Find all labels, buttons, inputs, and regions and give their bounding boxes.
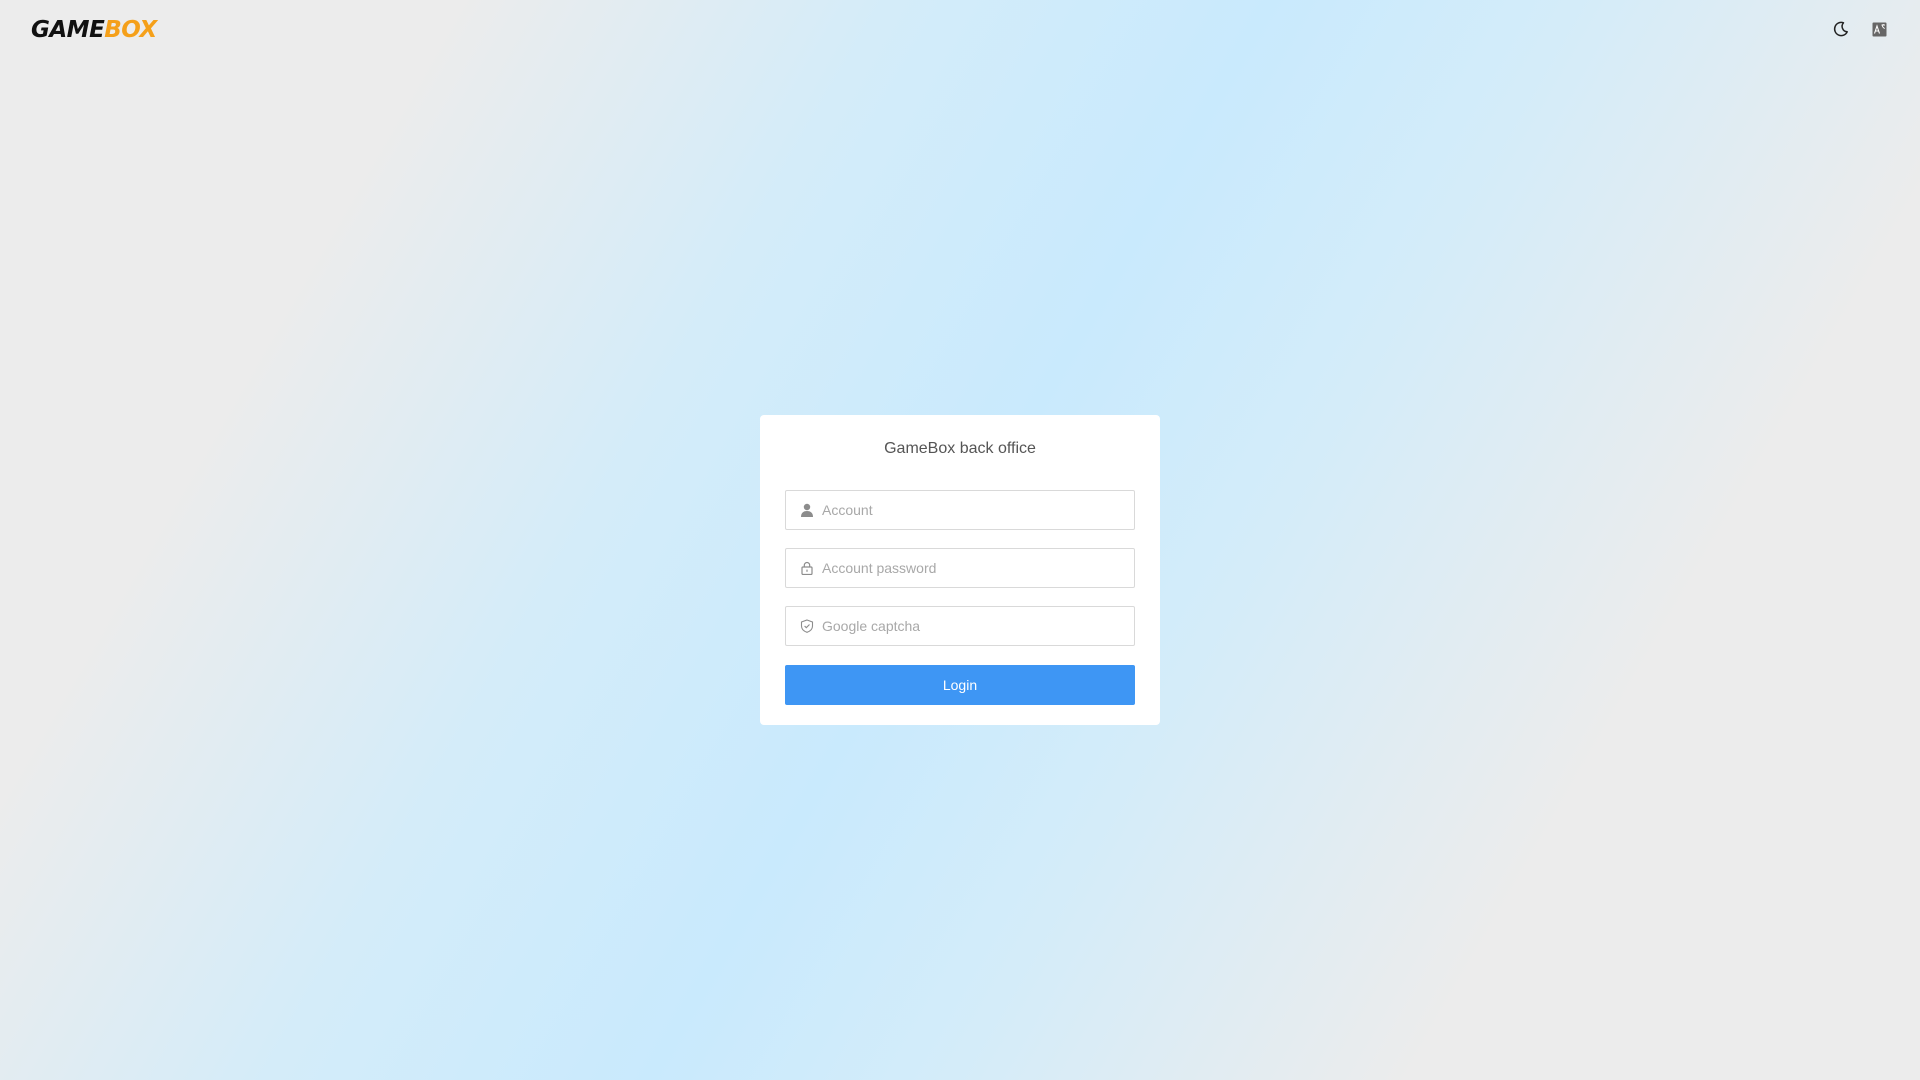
password-field[interactable] <box>785 548 1135 588</box>
top-bar: GAMEBOX <box>0 0 1920 60</box>
login-title: GameBox back office <box>884 440 1036 457</box>
moon-icon[interactable] <box>1830 18 1852 40</box>
logo-game-text: GAME <box>31 17 105 43</box>
shield-icon <box>800 619 814 633</box>
login-card: GameBox back office Login <box>760 415 1160 725</box>
header-actions <box>1830 18 1890 40</box>
password-input[interactable] <box>822 560 1122 576</box>
gamebox-logo: GAMEBOX <box>31 18 157 42</box>
account-field[interactable] <box>785 490 1135 530</box>
account-input[interactable] <box>822 502 1122 518</box>
logo-box-text: BOX <box>104 17 157 43</box>
captcha-input[interactable] <box>822 618 1122 634</box>
login-button[interactable]: Login <box>785 665 1135 705</box>
user-icon <box>800 503 814 517</box>
translate-icon[interactable] <box>1868 18 1890 40</box>
captcha-field[interactable] <box>785 606 1135 646</box>
lock-icon <box>800 561 814 575</box>
